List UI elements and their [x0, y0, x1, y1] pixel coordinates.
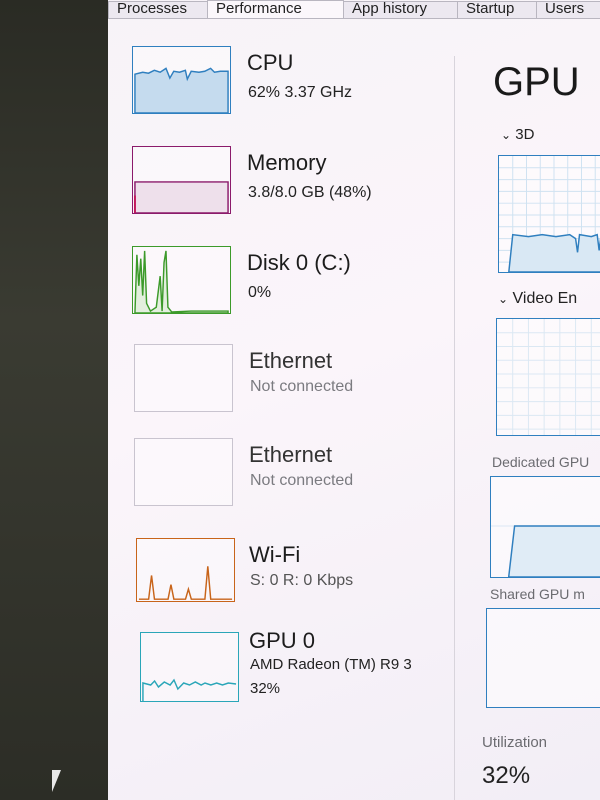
- sidebar-item-gpu[interactable]: GPU 0 AMD Radeon (TM) R9 3 32%: [108, 618, 453, 728]
- sidebar-item-wifi[interactable]: Wi-Fi S: 0 R: 0 Kbps: [108, 522, 453, 612]
- memory-mini-graph: [132, 146, 231, 214]
- gpu-title: GPU 0: [249, 628, 316, 653]
- sidebar-item-ethernet-2[interactable]: Ethernet Not connected: [108, 422, 453, 512]
- pane-divider: [454, 56, 455, 800]
- gpu-model: AMD Radeon (TM) R9 3: [250, 656, 412, 673]
- wifi-throughput: S: 0 R: 0 Kbps: [250, 572, 354, 589]
- tab-performance[interactable]: Performance: [207, 0, 344, 18]
- detail-title: GPU: [493, 60, 580, 104]
- shared-gpu-label: Shared GPU m: [490, 586, 585, 602]
- engine-video-graph: [496, 318, 600, 436]
- performance-sidebar: CPU 62% 3.37 GHz Memory 3.8/8.0 GB (48%)…: [108, 30, 453, 800]
- task-manager-window: Processes Performance App history Startu…: [108, 0, 600, 800]
- wifi-mini-graph: [136, 538, 235, 602]
- ethernet-2-mini-graph: [134, 438, 233, 506]
- shared-gpu-graph: [486, 608, 600, 708]
- cpu-mini-graph: [132, 46, 231, 114]
- sidebar-item-memory[interactable]: Memory 3.8/8.0 GB (48%): [108, 130, 453, 220]
- engine-3d-label: 3D: [515, 126, 535, 143]
- disk-usage: 0%: [248, 284, 272, 301]
- desk-background: [0, 0, 112, 800]
- engine-3d-dropdown[interactable]: ⌄ 3D: [501, 126, 534, 143]
- sidebar-item-ethernet-1[interactable]: Ethernet Not connected: [108, 328, 453, 418]
- ethernet-2-title: Ethernet: [249, 442, 333, 467]
- utilization-value: 32%: [482, 762, 531, 789]
- wifi-title: Wi-Fi: [249, 542, 301, 567]
- disk-mini-graph: [132, 246, 231, 314]
- gpu-detail-panel: GPU ⌄ 3D ⌄ Video En Dedicated GPU Shared…: [478, 0, 600, 800]
- gpu-mini-graph: [140, 632, 239, 702]
- sidebar-item-cpu[interactable]: CPU 62% 3.37 GHz: [108, 30, 453, 120]
- cpu-title: CPU: [247, 50, 294, 75]
- dedicated-gpu-graph: [490, 476, 600, 578]
- chevron-down-icon: ⌄: [498, 292, 509, 306]
- engine-3d-graph: [498, 155, 600, 273]
- tab-processes[interactable]: Processes: [108, 1, 208, 18]
- cpu-usage: 62% 3.37 GHz: [248, 84, 353, 101]
- gpu-usage: 32%: [250, 680, 281, 697]
- dedicated-gpu-label: Dedicated GPU: [492, 454, 590, 470]
- disk-title: Disk 0 (C:): [247, 250, 351, 275]
- engine-video-label: Video En: [512, 290, 578, 307]
- ethernet-2-status: Not connected: [250, 472, 354, 489]
- chevron-down-icon: ⌄: [501, 128, 512, 142]
- sidebar-item-disk[interactable]: Disk 0 (C:) 0%: [108, 230, 453, 320]
- engine-video-dropdown[interactable]: ⌄ Video En: [498, 290, 577, 308]
- mouse-cursor-icon: [52, 770, 61, 792]
- utilization-label: Utilization: [482, 734, 548, 751]
- ethernet-1-status: Not connected: [250, 378, 354, 395]
- memory-usage: 3.8/8.0 GB (48%): [248, 184, 372, 201]
- tab-app-history[interactable]: App history: [343, 1, 458, 18]
- memory-title: Memory: [247, 150, 327, 175]
- ethernet-1-title: Ethernet: [249, 348, 333, 373]
- ethernet-1-mini-graph: [134, 344, 233, 412]
